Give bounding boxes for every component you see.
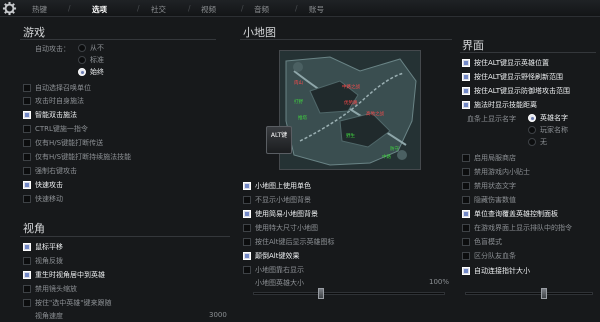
minimap-section-title: 小地图 (243, 26, 276, 39)
tab-separator: / (188, 4, 191, 13)
pointer-size-slider[interactable] (465, 288, 593, 299)
minimap-hero-size-value: 100% (429, 278, 450, 286)
map-label: 高地之战 (366, 112, 384, 117)
section-divider (240, 39, 452, 40)
map-label: 打野 (294, 100, 303, 105)
minimap-preview: 肉山 打野 中路之战 推塔 优势路 高地之战 野生 防守 中路 (279, 50, 421, 170)
minimap-hero-size-slider[interactable] (253, 288, 445, 299)
tab-separator: / (241, 4, 244, 13)
tab-hotkeys[interactable]: 热键 (32, 4, 47, 15)
camera-section-title: 视角 (23, 222, 45, 235)
map-label: 优势路 (344, 101, 358, 106)
interface-section-title: 界面 (462, 39, 484, 52)
game-section-title: 游戏 (23, 26, 45, 39)
section-divider (460, 52, 596, 53)
top-nav-bar: 热键 / 选项 / 社交 / 视频 / 音频 / 账号 (0, 0, 600, 17)
camera-speed-value: 3000 (209, 311, 227, 319)
minimap-hero-size-label: 小地图英雄大小 (255, 279, 304, 287)
slider-handle[interactable] (541, 288, 547, 299)
map-label: 防守 (390, 147, 399, 152)
tab-social[interactable]: 社交 (151, 4, 166, 15)
alt-key-icon: ALT键 (266, 126, 292, 154)
auto-attack-label: 自动攻击： (35, 45, 70, 53)
slider-track (30, 316, 202, 319)
map-label: 野生 (346, 134, 355, 139)
tab-separator: / (137, 4, 140, 13)
map-label: 推塔 (298, 116, 307, 121)
health-bar-name-label: 血条上显示名字 (467, 115, 516, 123)
slider-track (465, 292, 593, 295)
tab-account[interactable]: 账号 (309, 4, 324, 15)
tab-video[interactable]: 视频 (201, 4, 216, 15)
section-divider (20, 236, 230, 237)
tab-separator: / (295, 4, 298, 13)
minimap-terrain (280, 51, 420, 169)
tab-audio[interactable]: 音频 (254, 4, 269, 15)
map-label: 肉山 (294, 81, 303, 86)
map-label: 中路 (382, 155, 391, 160)
map-label: 中路之战 (342, 85, 360, 90)
tab-options[interactable]: 选项 (92, 4, 107, 15)
tab-separator: / (68, 4, 71, 13)
gear-icon[interactable] (2, 1, 17, 16)
slider-track (253, 292, 445, 295)
section-divider (20, 39, 216, 40)
slider-handle[interactable] (318, 288, 324, 299)
